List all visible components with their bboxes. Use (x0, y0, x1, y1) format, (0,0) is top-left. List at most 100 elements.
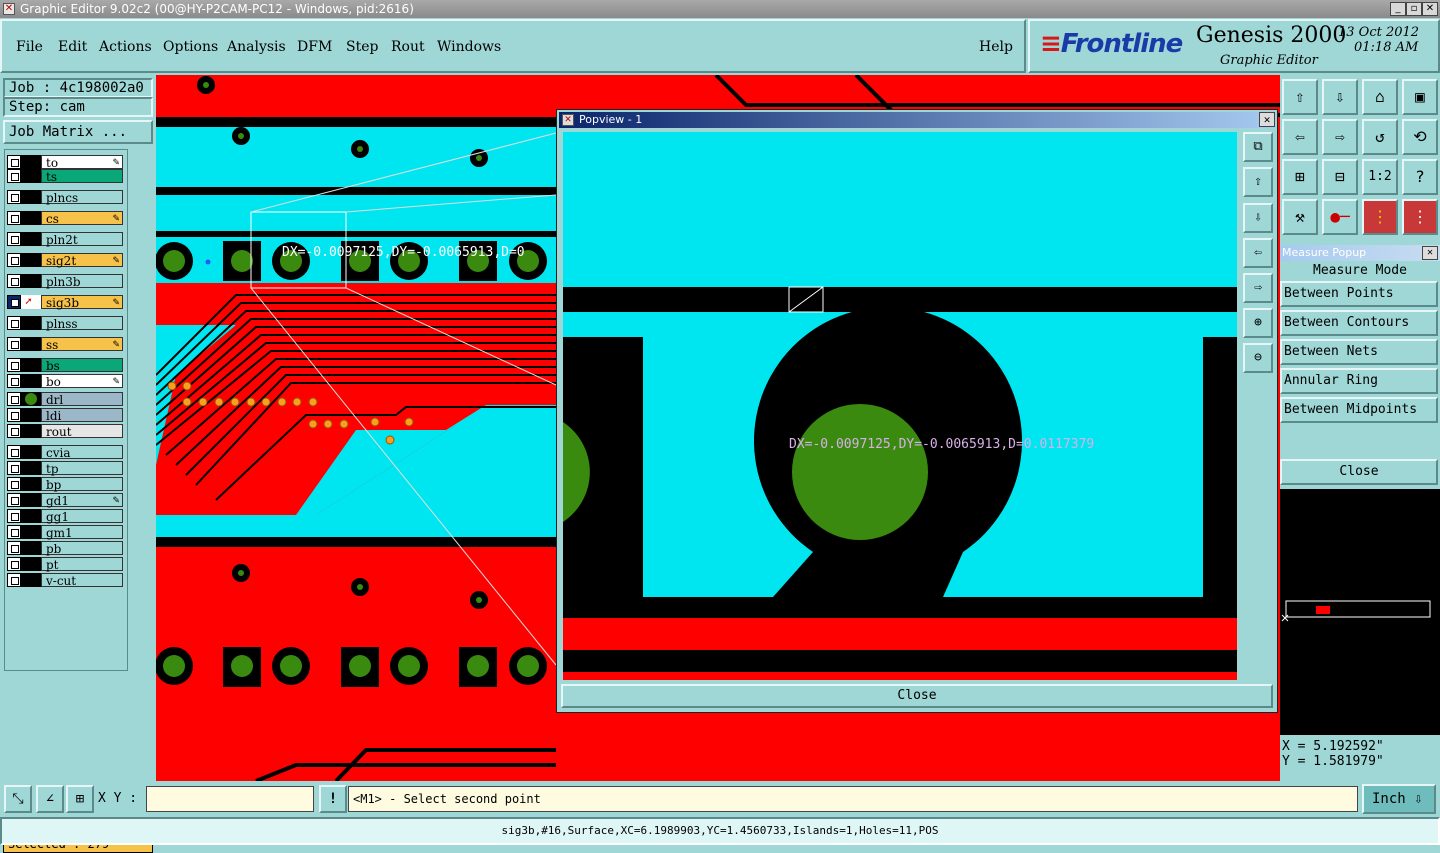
layer-checkbox[interactable] (7, 316, 21, 330)
popview-zoom-in-icon[interactable]: ⊕ (1243, 308, 1273, 338)
layer-checkbox[interactable] (7, 337, 21, 351)
menu-analysis[interactable]: Analysis (227, 39, 286, 55)
layer-checkbox[interactable] (7, 477, 21, 491)
zoom-prev-icon[interactable]: ↺ (1362, 119, 1398, 155)
layer-checkbox[interactable] (7, 211, 21, 225)
minimize-button[interactable]: _ (1390, 2, 1406, 16)
layer-checkbox[interactable] (7, 408, 21, 422)
layer-row-bo[interactable]: bo ✎ (7, 374, 123, 389)
layer-row-v-cut[interactable]: v-cut (7, 573, 123, 588)
maximize-button[interactable]: ▫ (1406, 2, 1422, 16)
measure-close-button[interactable]: Close (1280, 459, 1438, 485)
home-icon[interactable]: ⌂ (1362, 79, 1398, 115)
layer-checkbox[interactable] (7, 274, 21, 288)
measure-between-contours-button[interactable]: Between Contours (1280, 310, 1438, 336)
menu-actions[interactable]: Actions (99, 39, 152, 55)
popview-artwork[interactable] (563, 132, 1237, 680)
menu-edit[interactable]: Edit (58, 39, 87, 55)
menu-rout[interactable]: Rout (391, 39, 425, 55)
close-window-button[interactable]: ✕ (1422, 2, 1438, 16)
layer-row-plncs[interactable]: plncs (7, 190, 123, 205)
menu-options[interactable]: Options (163, 39, 218, 55)
layer-row-bs[interactable]: bs (7, 358, 123, 373)
job-matrix-button[interactable]: Job Matrix ... (3, 120, 153, 144)
layer-row-pt[interactable]: pt (7, 557, 123, 572)
layer-checkbox[interactable] (7, 461, 21, 475)
layer-checkbox[interactable] (7, 253, 21, 267)
layer-row-gm1[interactable]: gm1 (7, 525, 123, 540)
layer-checkbox[interactable] (7, 509, 21, 523)
layer-row-sig3b[interactable]: ➚ sig3b ✎ (7, 295, 123, 310)
layer-row-ldi[interactable]: ldi (7, 408, 123, 423)
tools-icon[interactable]: ⚒ (1282, 199, 1318, 235)
help-icon[interactable]: ? (1402, 159, 1438, 195)
layer-row-plnss[interactable]: plnss (7, 316, 123, 331)
overview-map[interactable] (1280, 489, 1440, 735)
popview-close-icon[interactable]: ✕ (1259, 112, 1275, 127)
grid-mode-icon[interactable]: ⊞ (66, 785, 94, 813)
measure-between-nets-button[interactable]: Between Nets (1280, 339, 1438, 365)
menu-file[interactable]: File (16, 39, 43, 55)
layer-row-bp[interactable]: bp (7, 477, 123, 492)
xy-input[interactable] (146, 786, 314, 812)
zoom-in-icon[interactable]: ⊞ (1282, 159, 1318, 195)
overview-artwork[interactable] (1280, 489, 1440, 735)
layer-row-cvia[interactable]: cvia (7, 445, 123, 460)
zoom-1-2-icon[interactable]: 1:2 (1362, 159, 1398, 195)
layer-checkbox[interactable] (7, 169, 21, 183)
popview-tool-1[interactable]: ⧉ (1243, 132, 1273, 162)
layer-row-gd1[interactable]: gd1 ✎ (7, 493, 123, 508)
layer-row-pln3b[interactable]: pln3b (7, 274, 123, 289)
pan-left-icon[interactable]: ⇦ (1282, 119, 1318, 155)
redraw-icon[interactable]: ⟲ (1402, 119, 1438, 155)
layer-row-pln2t[interactable]: pln2t (7, 232, 123, 247)
alert-icon[interactable]: ! (319, 785, 347, 813)
layer-row-drl[interactable]: drl (7, 392, 123, 407)
measure-icon[interactable]: ●─ (1322, 199, 1358, 235)
popview-zoom-out-icon[interactable]: ⊖ (1243, 343, 1273, 373)
layer-checkbox[interactable] (7, 493, 21, 507)
layer-row-tp[interactable]: tp (7, 461, 123, 476)
layer-checkbox[interactable] (7, 424, 21, 438)
menu-dfm[interactable]: DFM (297, 39, 332, 55)
menu-windows[interactable]: Windows (437, 39, 501, 55)
layer-row-pb[interactable]: pb (7, 541, 123, 556)
traffic-light-icon[interactable]: ⋮ (1362, 199, 1398, 235)
layer-checkbox[interactable] (7, 392, 21, 406)
layer-checkbox[interactable] (7, 445, 21, 459)
measure-popup-close-icon[interactable]: ✕ (1422, 246, 1438, 260)
layer-checkbox[interactable] (7, 190, 21, 204)
layer-checkbox[interactable] (7, 358, 21, 372)
layer-checkbox[interactable] (7, 541, 21, 555)
measure-between-midpoints-button[interactable]: Between Midpoints (1280, 397, 1438, 423)
popview-canvas[interactable]: DX=-0.0097125,DY=-0.0065913,D=0.0117379 (563, 132, 1237, 680)
units-select[interactable]: Inch ⇩ (1362, 784, 1436, 814)
layer-checkbox[interactable] (7, 525, 21, 539)
pan-down-icon[interactable]: ⇩ (1322, 79, 1358, 115)
layer-checkbox[interactable] (7, 155, 21, 169)
layer-checkbox[interactable] (7, 232, 21, 246)
layer-row-to[interactable]: to ✎ (7, 155, 123, 170)
popview-close-button[interactable]: Close (561, 684, 1273, 708)
measure-annular-ring-button[interactable]: Annular Ring (1280, 368, 1438, 394)
layer-row-ss[interactable]: ss ✎ (7, 337, 123, 352)
layer-row-cs[interactable]: cs ✎ (7, 211, 123, 226)
pan-up-icon[interactable]: ⇧ (1282, 79, 1318, 115)
net-icon[interactable]: ⋮ (1402, 199, 1438, 235)
layer-checkbox[interactable] (7, 573, 21, 587)
popview-tool-3[interactable]: ⇩ (1243, 203, 1273, 233)
layer-checkbox[interactable] (7, 295, 21, 309)
angle-mode-icon[interactable]: ∠ (36, 785, 64, 813)
popview-tool-2[interactable]: ⇧ (1243, 167, 1273, 197)
menu-help[interactable]: Help (979, 39, 1013, 55)
pan-right-icon[interactable]: ⇨ (1322, 119, 1358, 155)
menu-step[interactable]: Step (346, 39, 378, 55)
layer-row-sig2t[interactable]: sig2t ✎ (7, 253, 123, 268)
zoom-out-icon[interactable]: ⊟ (1322, 159, 1358, 195)
zoom-window-icon[interactable]: ▣ (1402, 79, 1438, 115)
layer-row-ts[interactable]: ts (7, 169, 123, 184)
layer-checkbox[interactable] (7, 374, 21, 388)
layer-row-gg1[interactable]: gg1 (7, 509, 123, 524)
layer-checkbox[interactable] (7, 557, 21, 571)
measure-between-points-button[interactable]: Between Points (1280, 281, 1438, 307)
